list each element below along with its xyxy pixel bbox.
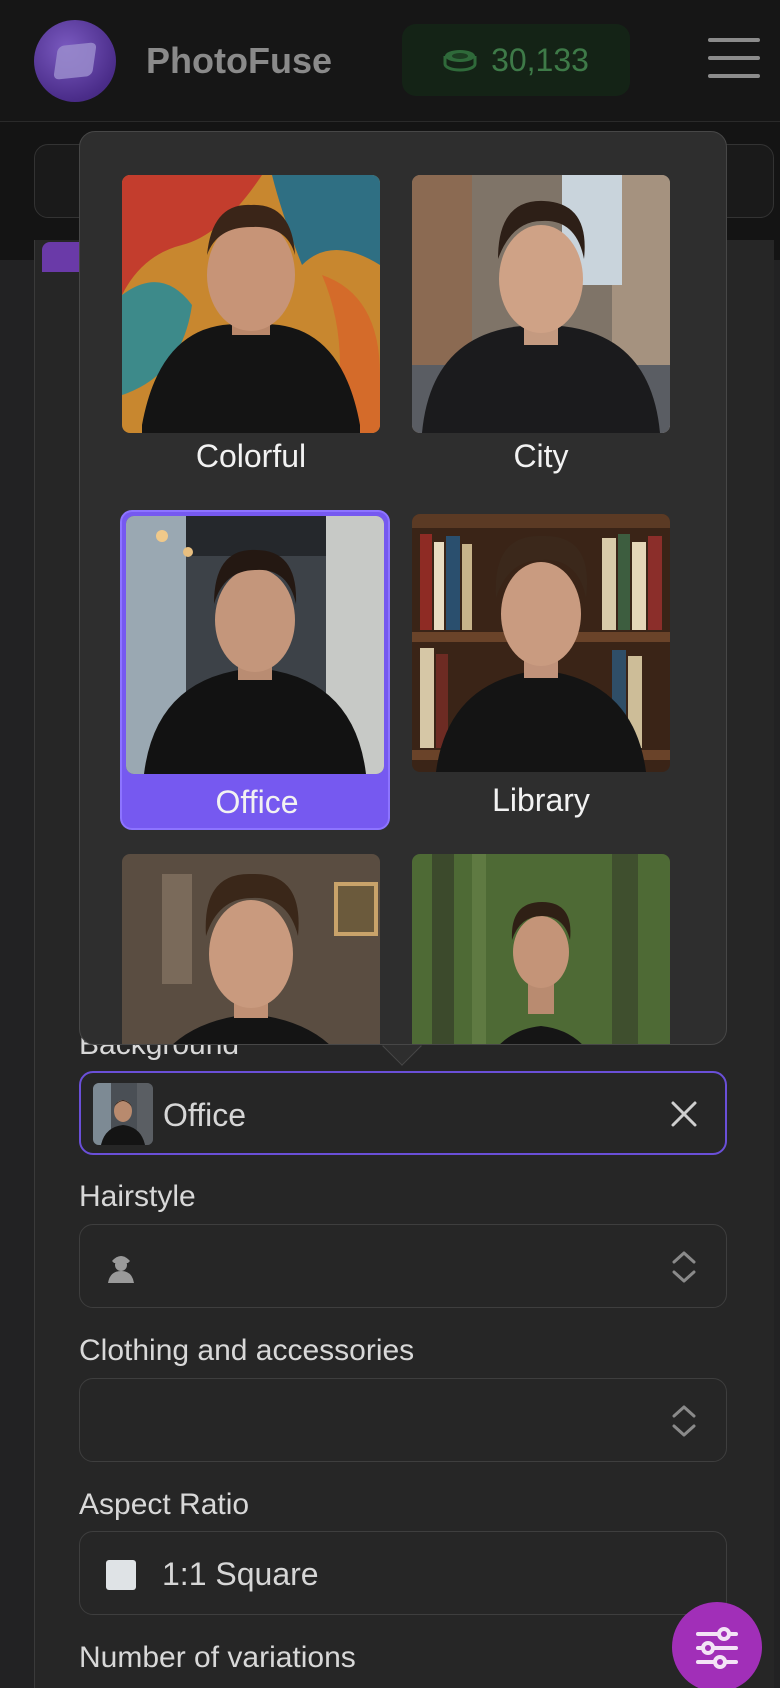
person-icon <box>106 1251 136 1283</box>
chevron-updown-icon <box>670 1403 698 1439</box>
background-value: Office <box>163 1097 246 1133</box>
photofuse-logo[interactable] <box>34 20 116 102</box>
clothing-select[interactable] <box>79 1378 727 1462</box>
option-label: Office <box>215 784 299 820</box>
option-label: Colorful <box>195 438 307 474</box>
app-header: PhotoFuse 30,133 <box>0 0 780 122</box>
variations-label: Number of variations <box>79 1641 356 1674</box>
background-option-city[interactable]: City <box>406 170 676 474</box>
library-photo <box>412 514 670 772</box>
office-photo <box>126 516 384 774</box>
colorful-photo <box>122 175 380 433</box>
option-label: City <box>513 438 569 474</box>
forest-photo <box>412 854 670 1044</box>
clothing-label: Clothing and accessories <box>79 1334 415 1367</box>
sliders-icon <box>696 1627 738 1669</box>
background-option-forest[interactable] <box>406 850 676 1044</box>
hairstyle-select[interactable] <box>79 1224 727 1308</box>
background-select[interactable]: Office <box>79 1071 727 1155</box>
background-option-office[interactable]: Office <box>120 510 390 830</box>
brand-name: PhotoFuse <box>146 40 332 81</box>
hamburger-menu-icon[interactable] <box>708 38 760 82</box>
aspect-ratio-label: Aspect Ratio <box>79 1488 250 1521</box>
aspect-ratio-value: 1:1 Square <box>162 1556 319 1592</box>
credits-count: 30,133 <box>491 41 589 78</box>
background-option-library[interactable]: Library <box>406 510 676 830</box>
hairstyle-label: Hairstyle <box>79 1180 196 1213</box>
option-label: Library <box>492 782 590 818</box>
filters-button[interactable] <box>672 1602 762 1688</box>
background-option-colorful[interactable]: Colorful <box>116 170 386 474</box>
coin-stack-icon <box>443 48 477 72</box>
home-photo <box>122 854 380 1044</box>
chevron-updown-icon <box>670 1249 698 1285</box>
office-thumbnail <box>93 1083 153 1145</box>
background-option-home[interactable] <box>116 850 386 1044</box>
square-icon <box>106 1560 136 1590</box>
city-photo <box>412 175 670 433</box>
close-icon[interactable] <box>669 1099 699 1129</box>
credits-badge[interactable]: 30,133 <box>402 24 630 96</box>
background-picker-popover: Colorful City Office Library <box>79 131 727 1045</box>
aspect-ratio-select[interactable]: 1:1 Square <box>79 1531 727 1615</box>
